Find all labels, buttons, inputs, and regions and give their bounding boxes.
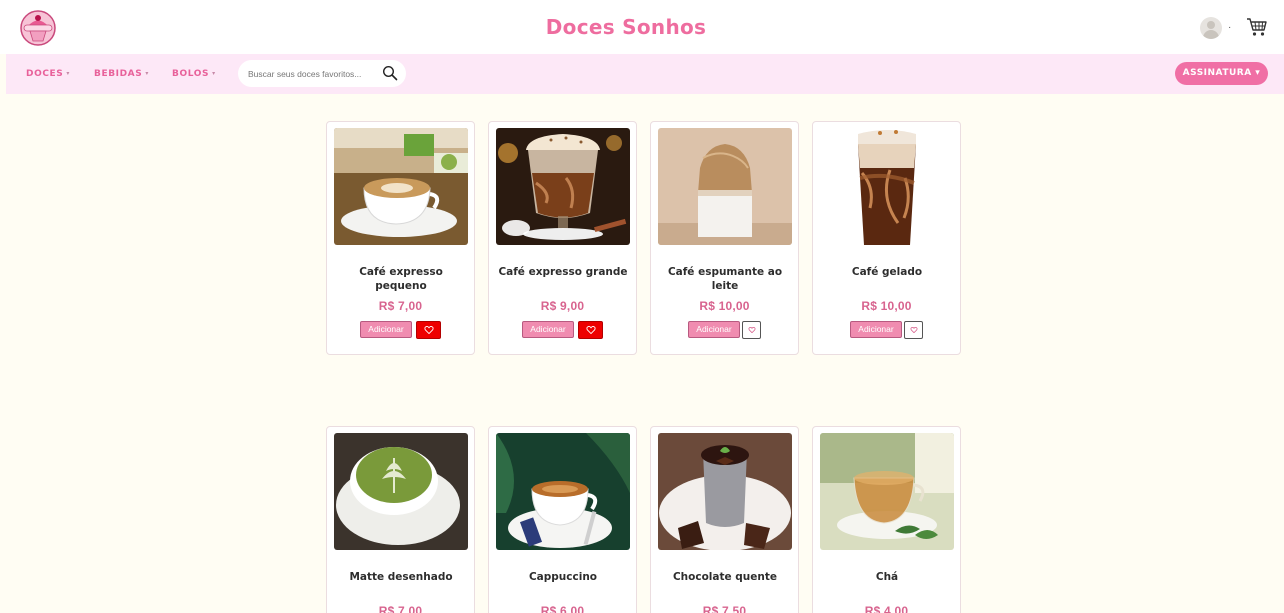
product-price: R$ 9,00 — [540, 299, 585, 313]
product-card: Cappuccino R$ 6,00 — [488, 426, 637, 613]
product-price: R$ 7,50 — [702, 604, 747, 613]
add-to-cart-button[interactable]: Adicionar — [688, 321, 740, 338]
product-image[interactable] — [496, 128, 630, 245]
product-card: Café expresso grande R$ 9,00 Adicionar — [488, 121, 637, 355]
category-navbar: DOCES▾ BEBIDAS▾ BOLOS▾ ASSINATURA ▾ — [6, 54, 1284, 94]
product-name: Café expresso pequeno — [359, 266, 443, 292]
add-to-cart-button[interactable]: Adicionar — [360, 321, 412, 338]
chevron-down-icon: ▾ — [212, 70, 216, 77]
product-image[interactable] — [658, 433, 792, 550]
product-price: R$ 7,00 — [378, 604, 423, 613]
product-name: Café gelado — [851, 266, 923, 278]
add-to-cart-button[interactable]: Adicionar — [522, 321, 574, 338]
chevron-down-icon: ▾ — [66, 70, 70, 77]
user-menu-caret[interactable]: · — [1228, 22, 1231, 33]
nav-item-bolos[interactable]: BOLOS ▾ — [172, 69, 216, 79]
product-image[interactable] — [334, 128, 468, 245]
product-price: R$ 6,00 — [540, 604, 585, 613]
nav-item-doces[interactable]: DOCES ▾ — [26, 69, 70, 79]
search-box — [238, 60, 406, 87]
product-price: R$ 4,00 — [864, 604, 909, 613]
product-card: Matte desenhado R$ 7,00 — [326, 426, 475, 613]
heart-icon — [586, 326, 595, 334]
product-price: R$ 7,00 — [378, 299, 423, 313]
brand-title[interactable]: Doces Sonhos — [0, 15, 1252, 39]
product-image[interactable] — [496, 433, 630, 550]
add-to-cart-button[interactable]: Adicionar — [850, 321, 902, 338]
favorite-button[interactable] — [904, 321, 923, 339]
product-card: Café gelado R$ 10,00 Adicionar — [812, 121, 961, 355]
heart-icon — [748, 327, 755, 333]
product-card: Café expresso pequeno R$ 7,00 Adicionar — [326, 121, 475, 355]
chevron-down-icon: ▾ — [145, 70, 149, 77]
favorite-button[interactable] — [742, 321, 761, 339]
product-image[interactable] — [820, 433, 954, 550]
user-avatar-icon[interactable] — [1200, 17, 1222, 39]
product-name: Café espumante ao leite — [667, 266, 783, 292]
favorite-button[interactable] — [578, 321, 603, 339]
subscription-button[interactable]: ASSINATURA ▾ — [1175, 62, 1268, 85]
heart-icon — [910, 327, 917, 333]
nav-item-bebidas[interactable]: BEBIDAS ▾ — [94, 69, 149, 79]
product-card: Café espumante ao leite R$ 10,00 Adicion… — [650, 121, 799, 355]
product-name: Matte desenhado — [349, 571, 453, 583]
favorite-button[interactable] — [416, 321, 441, 339]
search-icon[interactable] — [382, 65, 398, 81]
product-image[interactable] — [658, 128, 792, 245]
product-name: Chá — [875, 571, 899, 583]
heart-icon — [424, 326, 433, 334]
product-name: Chocolate quente — [672, 571, 778, 583]
product-name: Cappuccino — [528, 571, 598, 583]
product-name: Café expresso grande — [498, 266, 628, 278]
product-price: R$ 10,00 — [861, 299, 912, 313]
product-card: Chá R$ 4,00 — [812, 426, 961, 613]
search-input[interactable] — [248, 65, 374, 82]
site-header: Doces Sonhos · — [0, 0, 1284, 54]
cart-icon[interactable] — [1246, 16, 1268, 38]
product-image[interactable] — [820, 128, 954, 245]
product-image[interactable] — [334, 433, 468, 550]
product-card: Chocolate quente R$ 7,50 — [650, 426, 799, 613]
product-price: R$ 10,00 — [699, 299, 750, 313]
